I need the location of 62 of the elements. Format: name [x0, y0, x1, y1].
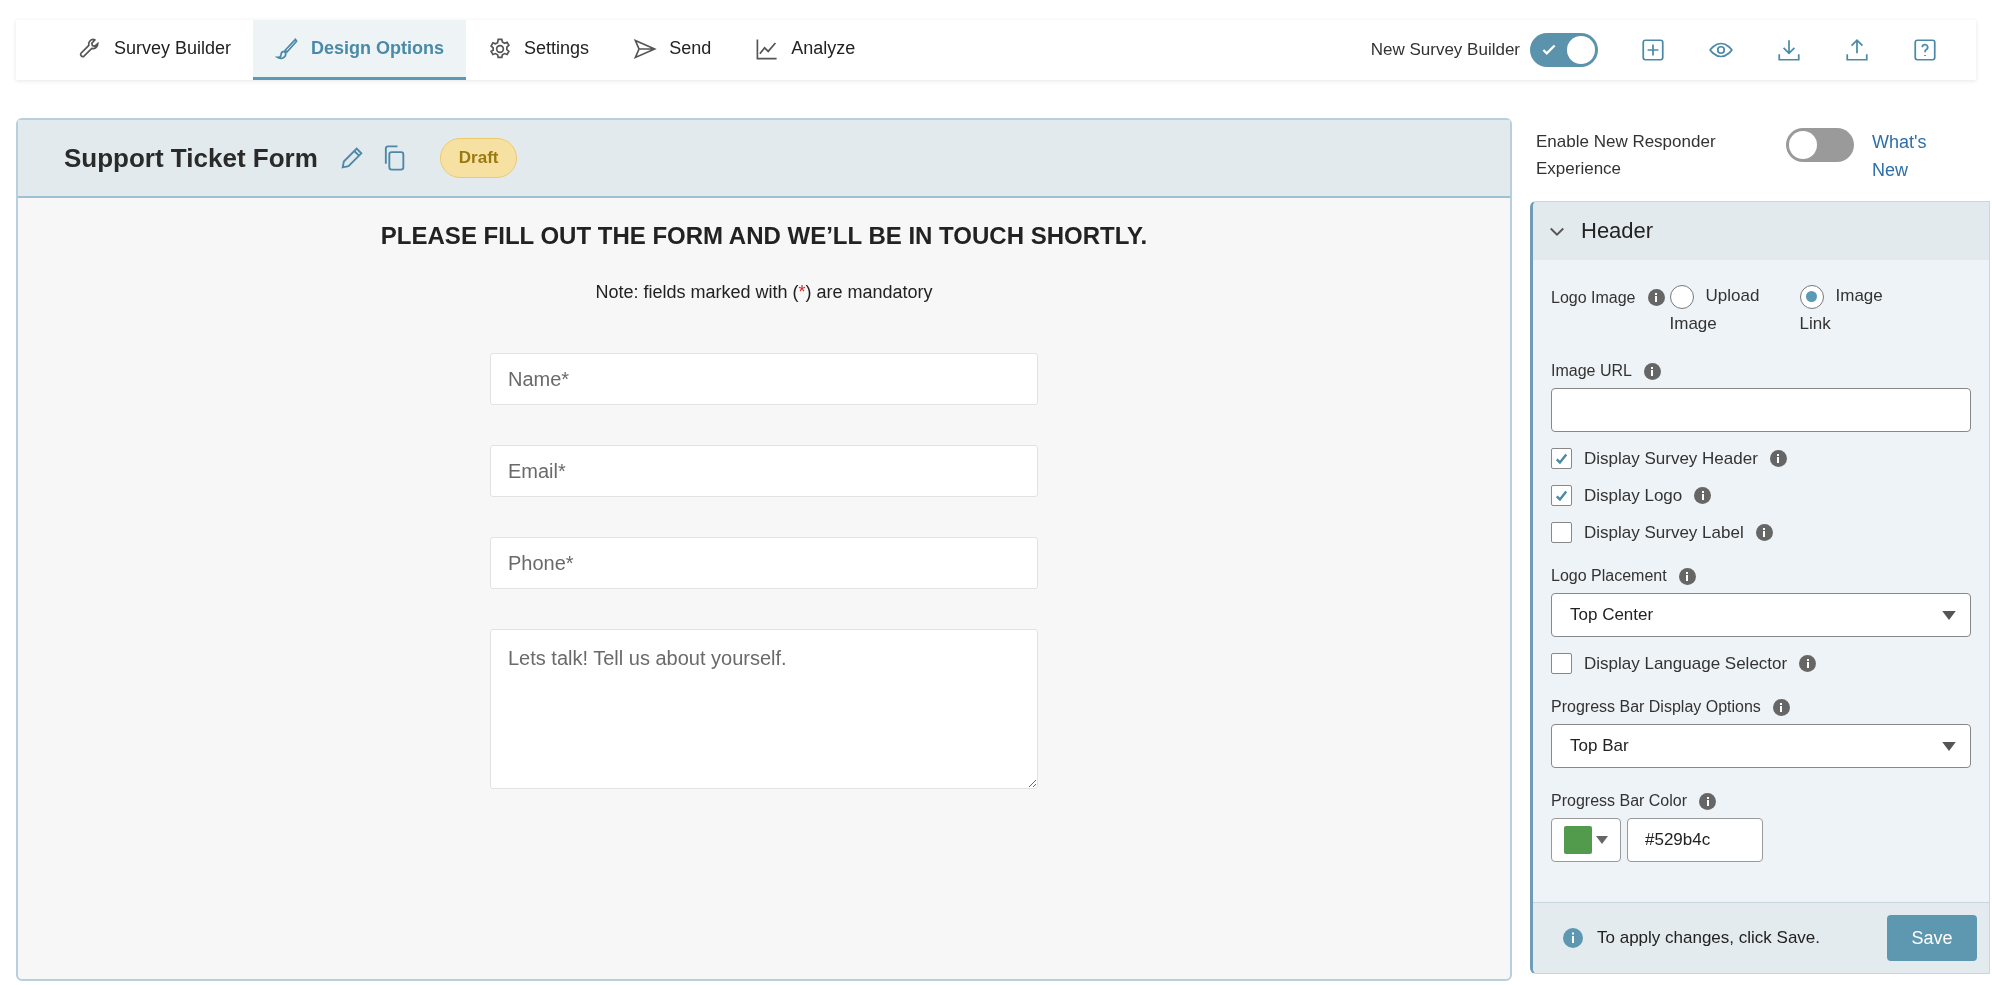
toggle-label: New Survey Builder — [1370, 40, 1520, 60]
line-chart-icon — [755, 36, 780, 61]
info-icon — [1563, 928, 1583, 948]
text-input-field[interactable]: Name* — [490, 353, 1038, 405]
info-icon — [1694, 487, 1712, 504]
field-label: Progress Bar Display Options — [1551, 698, 1761, 716]
checkbox-label: Display Survey Label — [1584, 522, 1744, 543]
status-badge: Draft — [439, 138, 518, 178]
checkbox[interactable] — [1551, 448, 1572, 469]
info-icon — [1647, 289, 1665, 306]
checkbox[interactable] — [1551, 485, 1572, 506]
url-input-field[interactable] — [1551, 388, 1971, 432]
download-icon[interactable] — [1776, 37, 1802, 63]
section-header[interactable]: Header — [1533, 202, 1989, 260]
form-heading: PLEASE FILL OUT THE FORM AND WE’LL BE IN TOUCH SHORTLY. — [380, 222, 1148, 250]
caret-icon — [1942, 741, 1956, 751]
gear-icon — [488, 36, 513, 61]
caret-icon — [1942, 610, 1956, 620]
color-picker-button[interactable] — [1551, 818, 1621, 862]
survey-title: Support Ticket Form — [64, 142, 318, 174]
info-icon — [1772, 698, 1790, 716]
field-label: Logo Image — [1551, 289, 1636, 307]
mandatory-note: Note: fields marked with (*) are mandatory — [595, 282, 933, 303]
whats-new-link[interactable]: What's New — [1872, 128, 1952, 184]
message-textarea[interactable]: Lets talk! Tell us about yourself. — [490, 629, 1038, 789]
toggle-label: Enable New Responder Experience — [1536, 131, 1717, 180]
field-label: Image URL — [1551, 362, 1632, 380]
text-input-field[interactable]: Email* — [490, 445, 1038, 497]
field-label: Logo Placement — [1551, 567, 1667, 585]
nav-tab[interactable]: Send — [611, 20, 734, 80]
radio-button[interactable] — [1669, 284, 1694, 309]
radio-option[interactable]: Image Link — [1799, 282, 1912, 338]
field-label: Progress Bar Color — [1551, 792, 1688, 810]
toggle-switch[interactable] — [1786, 128, 1854, 162]
help-icon[interactable] — [1912, 37, 1938, 63]
text-input-field[interactable]: Phone* — [490, 537, 1038, 589]
checkbox-label: Display Language Selector — [1584, 653, 1788, 674]
brush-icon — [275, 36, 300, 61]
info-icon — [1699, 792, 1717, 810]
send-icon — [633, 36, 658, 61]
radio-option[interactable]: Upload Image — [1669, 282, 1782, 338]
add-icon[interactable] — [1640, 37, 1666, 63]
checkbox[interactable] — [1551, 522, 1572, 543]
upload-icon[interactable] — [1844, 37, 1870, 63]
nav-tab[interactable]: Analyze — [733, 20, 878, 80]
nav-tab[interactable]: Survey Builder — [56, 20, 254, 80]
checkbox-label: Display Survey Header — [1584, 448, 1758, 469]
footer-message: To apply changes, click Save. — [1597, 928, 1821, 948]
info-icon — [1678, 567, 1696, 585]
info-icon — [1769, 450, 1787, 467]
placement-dropdown[interactable]: Top Center — [1551, 593, 1971, 637]
toggle-switch[interactable] — [1530, 33, 1598, 67]
progress-dropdown[interactable]: Top Bar — [1551, 724, 1971, 768]
info-icon — [1755, 524, 1773, 541]
checkbox[interactable] — [1551, 653, 1572, 674]
radio-button[interactable] — [1799, 284, 1824, 309]
color-hex-field[interactable]: #529b4c — [1627, 818, 1763, 862]
checkbox-label: Display Logo — [1584, 485, 1683, 506]
nav-tab[interactable]: Settings — [466, 20, 612, 80]
caret-icon — [1596, 836, 1608, 844]
info-icon — [1643, 362, 1661, 380]
info-icon — [1799, 655, 1817, 672]
